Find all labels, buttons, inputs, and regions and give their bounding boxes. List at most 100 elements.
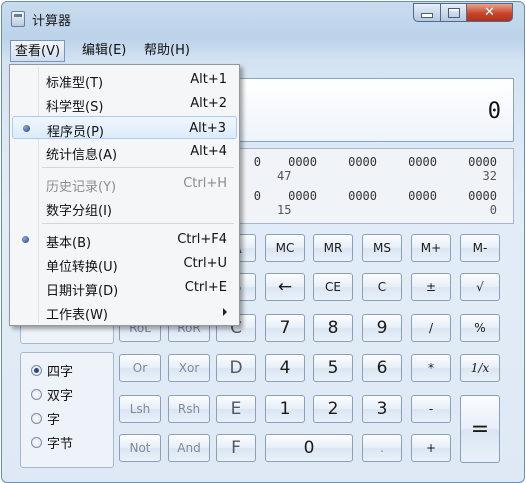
radio-word[interactable]: 字	[31, 409, 60, 428]
menu-item-digit-grouping[interactable]: 数字分组(I)	[12, 196, 237, 219]
menu-item-programmer[interactable]: 程序员(P) Alt+3	[12, 116, 237, 140]
radio-icon	[31, 413, 42, 424]
menu-item-label: 历史记录(Y)	[46, 180, 117, 195]
ms-button[interactable]: MS	[362, 234, 402, 262]
menu-separator	[42, 223, 234, 224]
menu-bar: 查看(V) 编辑(E) 帮助(H)	[6, 40, 519, 62]
multiply-button[interactable]: *	[411, 354, 451, 382]
sqrt-button[interactable]: √	[460, 273, 500, 301]
bit-group: 0000	[468, 155, 497, 169]
plus-minus-button[interactable]: ±	[411, 273, 451, 301]
maximize-button[interactable]	[440, 3, 467, 22]
backspace-button[interactable]: ←	[265, 273, 305, 301]
menu-item-label: 日期计算(D)	[46, 284, 119, 299]
menu-item-shortcut: Ctrl+H	[183, 176, 227, 191]
menu-item-label: 工作表(W)	[46, 308, 108, 323]
radio-selected-icon	[31, 365, 42, 376]
menu-item-shortcut: Alt+4	[190, 144, 227, 159]
bit-group: 0000	[408, 189, 437, 203]
radio-dword[interactable]: 双字	[31, 385, 73, 404]
view-menu-dropdown: 标准型(T) Alt+1 科学型(S) Alt+2 程序员(P) Alt+3 统…	[9, 64, 240, 326]
menu-help[interactable]: 帮助(H)	[140, 40, 194, 62]
mr-button[interactable]: MR	[313, 234, 353, 262]
minimize-button[interactable]	[413, 3, 441, 22]
digit-7-button[interactable]: 7	[265, 314, 305, 342]
menu-item-worksheets[interactable]: 工作表(W)	[12, 300, 237, 323]
radio-icon	[31, 437, 42, 448]
word-size-group: 四字 双字 字 字节	[20, 352, 114, 468]
menu-item-label: 科学型(S)	[46, 100, 104, 115]
menu-edit[interactable]: 编辑(E)	[78, 40, 130, 62]
bit-position-label: 0	[489, 203, 497, 217]
digit-8-button[interactable]: 8	[313, 314, 353, 342]
menu-item-scientific[interactable]: 科学型(S) Alt+2	[12, 92, 237, 115]
radio-dword-label: 双字	[47, 389, 74, 404]
bit-group: 0000	[468, 189, 497, 203]
lsh-button[interactable]: Lsh	[119, 395, 161, 423]
bit-group: 0000	[288, 155, 317, 169]
window-title: 计算器	[32, 14, 72, 29]
menu-item-shortcut: Alt+1	[190, 72, 227, 87]
digit-4-button[interactable]: 4	[265, 354, 305, 382]
selected-bullet-icon	[23, 125, 30, 132]
m-plus-button[interactable]: M+	[411, 234, 451, 262]
calculator-app-icon	[11, 11, 25, 27]
menu-item-label: 单位转换(U)	[46, 260, 118, 275]
bit-position-label: 47	[277, 169, 292, 183]
calculator-window: 计算器 ✕ 查看(V) 编辑(E) 帮助(H) 0 0 0000 0000 00…	[1, 1, 525, 483]
menu-view[interactable]: 查看(V)	[10, 40, 66, 62]
radio-byte[interactable]: 字节	[31, 433, 73, 452]
menu-item-date-calculation[interactable]: 日期计算(D) Ctrl+E	[12, 276, 237, 299]
menu-item-basic[interactable]: 基本(B) Ctrl+F4	[12, 228, 237, 251]
radio-qword-label: 四字	[47, 365, 74, 380]
and-button[interactable]: And	[168, 434, 210, 462]
not-button[interactable]: Not	[119, 434, 161, 462]
xor-button[interactable]: Xor	[168, 354, 210, 382]
equals-button[interactable]: =	[460, 395, 500, 463]
divide-button[interactable]: /	[411, 314, 451, 342]
digit-1-button[interactable]: 1	[265, 395, 305, 423]
decimal-button[interactable]: .	[362, 434, 402, 462]
menu-item-unit-conversion[interactable]: 单位转换(U) Ctrl+U	[12, 252, 237, 275]
m-minus-button[interactable]: M-	[460, 234, 500, 262]
menu-item-history[interactable]: 历史记录(Y) Ctrl+H	[12, 172, 237, 195]
reciprocal-button[interactable]: 1/x	[460, 354, 500, 382]
menu-separator	[42, 167, 234, 168]
menu-item-shortcut: Alt+3	[189, 121, 226, 136]
add-button[interactable]: +	[411, 434, 451, 462]
subtract-button[interactable]: -	[411, 395, 451, 423]
clear-button[interactable]: C	[362, 273, 402, 301]
digit-3-button[interactable]: 3	[362, 395, 402, 423]
menu-item-statistics[interactable]: 统计信息(A) Alt+4	[12, 140, 237, 163]
hex-d-button[interactable]: D	[216, 354, 256, 382]
menu-item-shortcut: Ctrl+U	[183, 256, 227, 271]
title-bar: 计算器 ✕	[2, 2, 524, 34]
radio-qword[interactable]: 四字	[31, 361, 73, 380]
menu-item-standard[interactable]: 标准型(T) Alt+1	[12, 68, 237, 91]
digit-9-button[interactable]: 9	[362, 314, 402, 342]
or-button[interactable]: Or	[119, 354, 161, 382]
digit-2-button[interactable]: 2	[313, 395, 353, 423]
hex-f-button[interactable]: F	[216, 434, 256, 462]
percent-button[interactable]: %	[460, 314, 500, 342]
menu-item-label: 标准型(T)	[46, 76, 104, 91]
backspace-icon: ←	[277, 277, 293, 297]
bit-group: 0000	[348, 189, 377, 203]
rsh-button[interactable]: Rsh	[168, 395, 210, 423]
bit-group: 0000	[288, 189, 317, 203]
radio-icon	[31, 389, 42, 400]
display-value: 0	[487, 99, 501, 124]
bit-position-label: 15	[277, 203, 292, 217]
ce-button[interactable]: CE	[313, 273, 353, 301]
digit-5-button[interactable]: 5	[313, 354, 353, 382]
menu-item-shortcut: Ctrl+E	[184, 280, 227, 295]
bit-position-label: 32	[482, 169, 497, 183]
selected-bullet-icon	[22, 236, 29, 243]
menu-item-label: 程序员(P)	[47, 125, 104, 140]
digit-0-button[interactable]: 0	[265, 434, 353, 462]
hex-e-button[interactable]: E	[216, 395, 256, 423]
close-button[interactable]: ✕	[466, 3, 513, 22]
digit-6-button[interactable]: 6	[362, 354, 402, 382]
menu-item-label: 数字分组(I)	[46, 204, 112, 219]
mc-button[interactable]: MC	[265, 234, 305, 262]
